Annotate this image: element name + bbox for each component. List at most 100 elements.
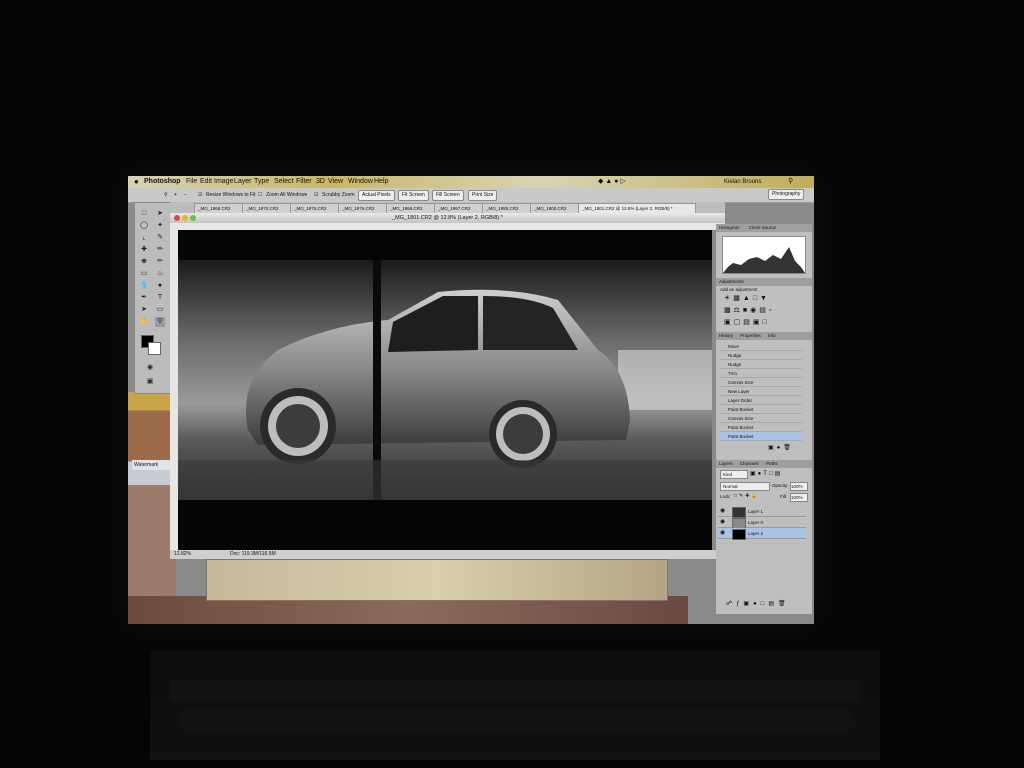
fit-screen-button[interactable]: Fit Screen (398, 190, 429, 201)
move-tool-icon[interactable]: ➤ (155, 209, 165, 219)
eyedropper-icon[interactable]: ✎ (155, 233, 165, 243)
history-item[interactable]: Nudge (720, 351, 802, 360)
layer-filter-kind[interactable]: Kind (720, 470, 748, 479)
tab-adjustments[interactable]: Adjustments (719, 279, 744, 284)
history-item[interactable]: Paint Bucket (720, 405, 802, 414)
quick-mask-icon[interactable]: ◉ (145, 363, 155, 373)
watermark-label: Watermark (132, 460, 174, 470)
history-item[interactable]: New Layer (720, 387, 802, 396)
tab-histogram[interactable]: Histogram (719, 225, 740, 230)
laptop-keyboard-area (150, 650, 880, 760)
layers-footer-icons[interactable]: ☍ƒ▣●□▤🗑 (726, 600, 790, 607)
layer-row[interactable]: ◉ Layer 0 (718, 517, 806, 529)
type-tool-icon[interactable]: T (155, 293, 165, 303)
zoom-level[interactable]: 12.82% (174, 550, 191, 559)
app-name-menu[interactable]: Photoshop (144, 176, 181, 188)
visibility-eye-icon[interactable]: ◉ (720, 506, 725, 517)
menu-filter[interactable]: Filter (296, 176, 312, 188)
tab-channels[interactable]: Channels (740, 461, 759, 466)
tab-clone-source[interactable]: Clone Source (749, 225, 776, 230)
hand-tool-icon[interactable]: ✋ (139, 317, 149, 327)
workspace-switcher[interactable]: Photography (768, 189, 805, 200)
path-select-icon[interactable]: ➤ (139, 305, 149, 315)
menu-file[interactable]: File (186, 176, 197, 188)
eraser-tool-icon[interactable]: ▭ (139, 269, 149, 279)
close-window-icon[interactable] (174, 215, 180, 221)
adjustment-icons-row-3[interactable]: ▣▢▤▣□ (724, 318, 770, 326)
menu-layer[interactable]: Layer (234, 176, 252, 188)
history-footer-icons[interactable]: ▣●🗑 (768, 444, 794, 451)
menu-view[interactable]: View (328, 176, 343, 188)
opacity-input[interactable]: 100% (790, 482, 808, 491)
zoom-tool-active-icon[interactable]: ⚲ (155, 317, 165, 327)
tab-layers[interactable]: Layers (719, 461, 733, 466)
history-item[interactable]: Nudge (720, 360, 802, 369)
layer-filter-icons[interactable]: ▣●T□▤ (750, 470, 782, 477)
menu-type[interactable]: Type (254, 176, 269, 188)
tab-properties[interactable]: Properties (740, 333, 761, 338)
clone-stamp-icon[interactable]: ♚ (139, 257, 149, 267)
history-item[interactable]: Paint Bucket (720, 423, 802, 432)
blend-mode-select[interactable]: Normal (720, 482, 770, 491)
document-canvas[interactable] (178, 230, 712, 550)
adjustment-icons-row-1[interactable]: ☀▦▲□▼ (724, 294, 770, 302)
screen-mode-icon[interactable]: ▣ (145, 377, 155, 387)
shape-tool-icon[interactable]: ▭ (155, 305, 165, 315)
lasso-tool-icon[interactable]: ◯ (139, 221, 149, 231)
minimize-window-icon[interactable] (182, 215, 188, 221)
history-item-selected[interactable]: Paint Bucket (720, 432, 802, 441)
layer-row-selected[interactable]: ◉ Layer 2 (718, 528, 806, 540)
healing-brush-icon[interactable]: ✚ (139, 245, 149, 255)
zoom-in-icon[interactable]: + (174, 191, 177, 199)
history-item[interactable]: Canvas Size (720, 414, 802, 423)
fill-screen-button[interactable]: Fill Screen (432, 190, 464, 201)
adjustment-icons-row-2[interactable]: ▩⚖■◉▤▫ (724, 306, 774, 314)
visibility-eye-icon[interactable]: ◉ (720, 517, 725, 528)
user-name[interactable]: Kielan Brouns (724, 176, 761, 188)
menu-edit[interactable]: Edit (200, 176, 212, 188)
opacity-label: Opacity: (772, 483, 789, 488)
history-item[interactable]: Canvas Size (720, 378, 802, 387)
menu-window[interactable]: Window (348, 176, 373, 188)
fill-input[interactable]: 100% (790, 493, 808, 502)
layer-row[interactable]: ◉ Layer 1 (718, 506, 806, 518)
resize-windows-checkbox[interactable]: ☑ (198, 191, 202, 199)
visibility-eye-icon[interactable]: ◉ (720, 528, 725, 539)
layer-name: Layer 0 (748, 520, 764, 525)
menu-bar: ● Photoshop File Edit Image Layer Type S… (128, 176, 814, 188)
menu-help[interactable]: Help (374, 176, 388, 188)
document-titlebar: _MG_1801.CR2 @ 12.8% (Layer 2, RGB/8) * (170, 213, 725, 223)
tab-paths[interactable]: Paths (766, 461, 778, 466)
history-item[interactable]: Layer Order (720, 396, 802, 405)
crop-tool-icon[interactable]: ⌞ (139, 233, 149, 243)
zoom-window-icon[interactable] (190, 215, 196, 221)
actual-pixels-button[interactable]: Actual Pixels (358, 190, 395, 201)
brush-tool-icon[interactable]: ✏ (155, 245, 165, 255)
apple-icon[interactable]: ● (134, 176, 139, 188)
history-item[interactable]: Trim (720, 369, 802, 378)
layer-name: Layer 2 (748, 531, 764, 536)
scrubby-checkbox[interactable]: ☑ (314, 191, 318, 199)
blur-tool-icon[interactable]: 💧 (139, 281, 149, 291)
tab-history[interactable]: History (719, 333, 733, 338)
zoom-out-icon[interactable]: − (184, 191, 187, 199)
background-color-swatch[interactable] (148, 342, 161, 355)
zoom-tool-icon[interactable]: ⚲ (164, 191, 168, 199)
spotlight-icon[interactable]: ⚲ (788, 176, 793, 188)
menu-select[interactable]: Select (274, 176, 293, 188)
print-size-button[interactable]: Print Size (468, 190, 498, 201)
desktop-background-left: Watermark (128, 392, 176, 624)
paint-bucket-icon[interactable]: ♨ (155, 269, 165, 279)
menu-image[interactable]: Image (214, 176, 233, 188)
pen-tool-icon[interactable]: ✒ (139, 293, 149, 303)
history-item[interactable]: Move (720, 342, 802, 351)
tab-info[interactable]: Info (768, 333, 776, 338)
quick-select-icon[interactable]: ✦ (155, 221, 165, 231)
menu-3d[interactable]: 3D (316, 176, 325, 188)
history-brush-icon[interactable]: ✏ (155, 257, 165, 267)
dodge-tool-icon[interactable]: ● (155, 281, 165, 291)
marquee-tool-icon[interactable]: □ (139, 209, 149, 219)
zoom-all-checkbox[interactable]: ☐ (258, 191, 262, 199)
document-size[interactable]: Doc: 119.3M/116.5M (230, 550, 276, 559)
lock-icons[interactable]: □✎✚🔒 (734, 493, 760, 499)
